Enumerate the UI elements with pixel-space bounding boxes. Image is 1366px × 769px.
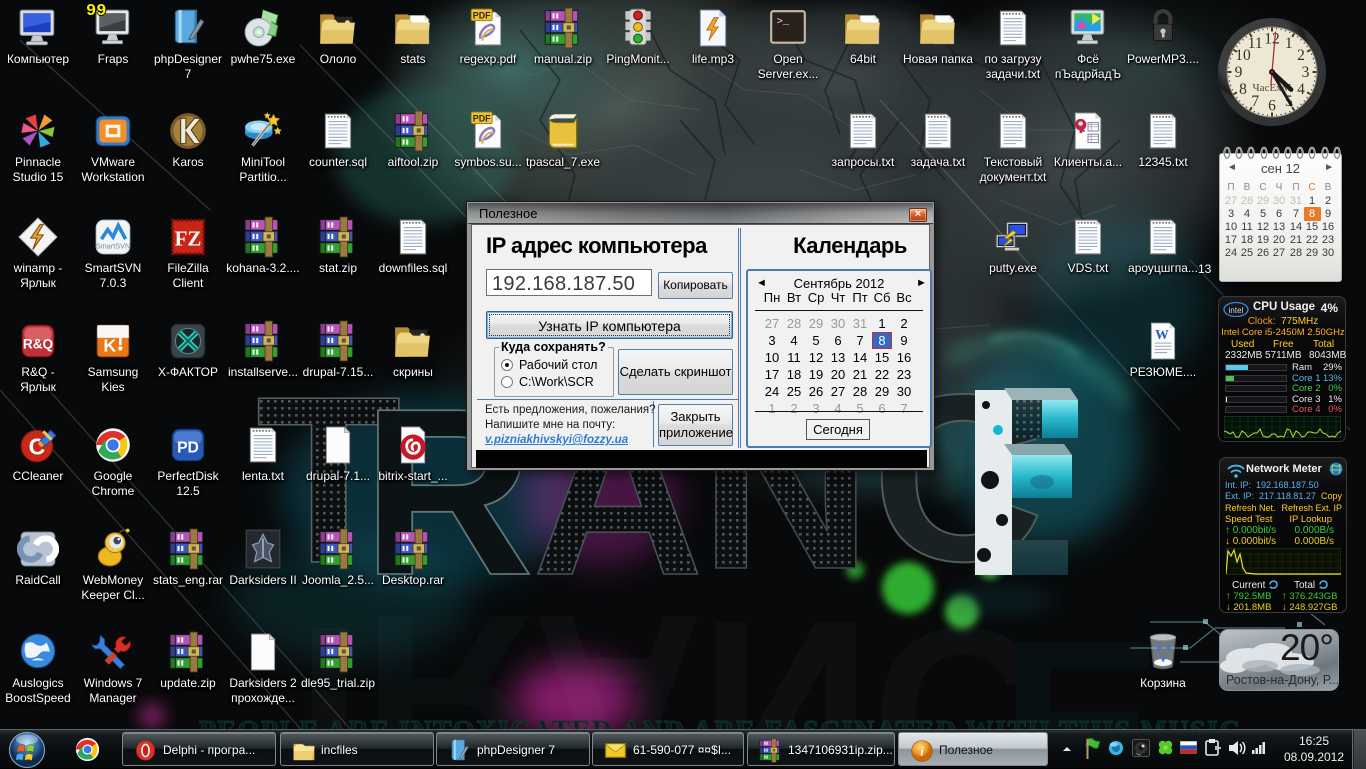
svg-text:>_: >_ bbox=[776, 16, 789, 28]
svg-text:1: 1 bbox=[1285, 35, 1293, 52]
svg-text:12: 12 bbox=[1264, 31, 1280, 48]
svg-text:i: i bbox=[920, 744, 924, 759]
svg-text:7: 7 bbox=[1251, 93, 1259, 110]
svg-text:PD: PD bbox=[177, 439, 199, 456]
svg-text:11: 11 bbox=[1248, 35, 1263, 52]
svg-text:intel: intel bbox=[1229, 306, 1244, 315]
svg-text:K: K bbox=[103, 336, 116, 356]
svg-text:4: 4 bbox=[1297, 81, 1305, 98]
svg-text:3: 3 bbox=[1302, 64, 1310, 81]
svg-text:W: W bbox=[1155, 327, 1169, 342]
svg-text:6: 6 bbox=[1268, 98, 1276, 115]
svg-text:8: 8 bbox=[1239, 81, 1247, 98]
svg-text:R&Q: R&Q bbox=[23, 336, 54, 351]
svg-text:SmartSVN: SmartSVN bbox=[96, 242, 131, 251]
svg-text:2: 2 bbox=[1297, 47, 1305, 64]
svg-text:FZ: FZ bbox=[175, 226, 202, 250]
svg-text:9: 9 bbox=[1235, 64, 1243, 81]
